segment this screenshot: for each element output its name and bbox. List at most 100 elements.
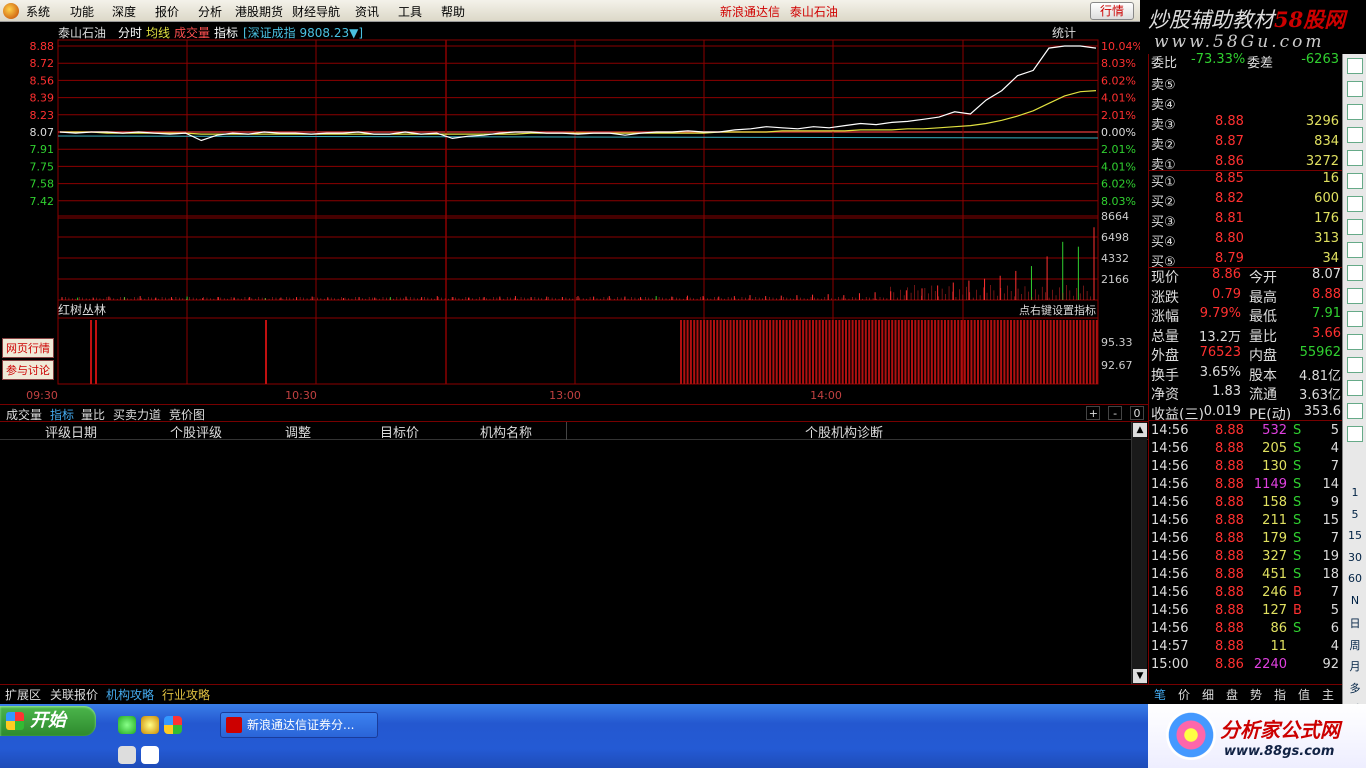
toolbar-tool-icon[interactable] <box>1347 357 1363 373</box>
scroll-up-icon[interactable]: ▲ <box>1133 423 1147 437</box>
windows-taskbar: 开始 新浪通达信证券分... 分析家公式网 www.88gs.com <box>0 704 1366 768</box>
toolbar-tool-icon[interactable] <box>1347 380 1363 396</box>
column-divider <box>566 422 567 440</box>
col-rating[interactable]: 个股评级 <box>170 422 222 441</box>
toolbar-tool-icon[interactable] <box>1347 127 1363 143</box>
indicator-bar <box>881 320 884 384</box>
tab-related-quotes[interactable]: 关联报价 <box>50 686 98 703</box>
tick-side: S <box>1293 567 1302 582</box>
intraday-chart-panel[interactable]: 泰山石油 分时 均线 成交量 指标 [深证成指 9808.23▼] 统计 8.8… <box>0 22 1143 404</box>
col-rating-date[interactable]: 评级日期 <box>45 422 97 441</box>
col-diagnosis[interactable]: 个股机构诊断 <box>805 422 883 441</box>
toolbar-tool-icon[interactable] <box>1347 81 1363 97</box>
subtab-volume[interactable]: 成交量 <box>3 406 45 422</box>
toolbar-tool-icon[interactable] <box>1347 196 1363 212</box>
col-institution[interactable]: 机构名称 <box>480 422 532 441</box>
menu-help[interactable]: 帮助 <box>441 3 465 20</box>
menu-depth[interactable]: 深度 <box>112 3 136 20</box>
toolbar-tool-icon[interactable] <box>1347 219 1363 235</box>
period-button[interactable]: 周 <box>1345 637 1365 653</box>
help-icon[interactable] <box>141 746 159 764</box>
toolbar-tool-icon[interactable] <box>1347 403 1363 419</box>
toolbar-tool-icon[interactable] <box>1347 334 1363 350</box>
toolbar-tool-icon[interactable] <box>1347 288 1363 304</box>
toolbar-tool-icon[interactable] <box>1347 242 1363 258</box>
menu-tools[interactable]: 工具 <box>398 3 422 20</box>
menu-quotes[interactable]: 报价 <box>155 3 179 20</box>
zoom-reset-button[interactable]: 0 <box>1130 406 1144 420</box>
period-button[interactable]: 5 <box>1345 508 1365 521</box>
trade-button[interactable]: 行情 <box>1090 2 1134 20</box>
start-button[interactable]: 开始 <box>0 706 96 736</box>
taskbar-app-item[interactable]: 新浪通达信证券分... <box>220 712 378 738</box>
tick-row: 14:56 8.88 86 S 6 <box>1149 621 1343 639</box>
subtab-indicator[interactable]: 指标 <box>47 406 77 422</box>
toolbar-tool-icon[interactable] <box>1347 150 1363 166</box>
subtab-buy-sell-force[interactable]: 买卖力道 <box>110 406 164 422</box>
quote-tab[interactable]: 主 <box>1322 686 1334 703</box>
keyboard-icon[interactable] <box>118 746 136 764</box>
quote-tab[interactable]: 价 <box>1178 686 1190 703</box>
quote-tab[interactable]: 细 <box>1202 686 1214 703</box>
tab-industry-guide[interactable]: 行业攻略 <box>162 686 210 703</box>
scroll-down-icon[interactable]: ▼ <box>1133 669 1147 683</box>
tick-count: 5 <box>1330 423 1339 438</box>
tick-price: 8.86 <box>1215 657 1244 672</box>
ask-row: 卖④ <box>1149 94 1343 113</box>
period-button[interactable]: 月 <box>1345 658 1365 674</box>
intraday-chart-svg[interactable]: 泰山石油 分时 均线 成交量 指标 [深证成指 9808.23▼] 统计 8.8… <box>0 22 1143 404</box>
quote-tab[interactable]: 笔 <box>1154 686 1166 703</box>
indicator-bar <box>1089 320 1092 384</box>
toolbar-tool-icon[interactable] <box>1347 311 1363 327</box>
menu-function[interactable]: 功能 <box>70 3 94 20</box>
col-target-price[interactable]: 目标价 <box>380 422 419 441</box>
indicator-bar <box>680 320 682 384</box>
tab-indicator[interactable]: 指标 <box>214 25 238 40</box>
stats-button[interactable]: 统计 <box>1052 26 1076 40</box>
stat-value: 0.019 <box>1203 403 1241 419</box>
ie-icon[interactable] <box>118 716 136 734</box>
windows-icon[interactable] <box>164 716 182 734</box>
tab-institution-guide[interactable]: 机构攻略 <box>106 686 154 703</box>
menu-system[interactable]: 系统 <box>26 3 50 20</box>
subtab-auction[interactable]: 竞价图 <box>166 406 208 422</box>
period-button[interactable]: 多 <box>1345 680 1365 696</box>
period-button[interactable]: N <box>1345 594 1365 607</box>
tab-volume[interactable]: 成交量 <box>174 25 210 40</box>
web-quotes-tab[interactable]: 网页行情 <box>2 338 54 358</box>
quote-tab[interactable]: 势 <box>1250 686 1262 703</box>
period-button[interactable]: 30 <box>1345 551 1365 564</box>
indicator-bar <box>924 320 927 384</box>
ask-label: 卖② <box>1151 138 1176 153</box>
period-button[interactable]: 15 <box>1345 529 1365 542</box>
zoom-in-button[interactable]: + <box>1086 406 1101 420</box>
period-button[interactable]: 60 <box>1345 572 1365 585</box>
toolbar-tool-icon[interactable] <box>1347 173 1363 189</box>
tab-intraday[interactable]: 分时 <box>118 26 142 40</box>
toolbar-tool-icon[interactable] <box>1347 104 1363 120</box>
subtab-volume-ratio[interactable]: 量比 <box>78 406 108 422</box>
indicator-bar <box>812 320 814 384</box>
col-adjust[interactable]: 调整 <box>285 422 311 441</box>
tab-avg-line[interactable]: 均线 <box>146 26 170 40</box>
discussion-tab[interactable]: 参与讨论 <box>2 360 54 380</box>
menu-hk-futures[interactable]: 港股期货 <box>235 3 283 20</box>
tick-time: 14:56 <box>1151 603 1189 618</box>
menu-analysis[interactable]: 分析 <box>198 3 222 20</box>
chat-icon[interactable] <box>141 716 159 734</box>
menu-news[interactable]: 资讯 <box>355 3 379 20</box>
quote-tab[interactable]: 盘 <box>1226 686 1238 703</box>
stat-label: 内盘 <box>1249 348 1277 364</box>
tab-extension[interactable]: 扩展区 <box>5 686 41 703</box>
menu-finance-nav[interactable]: 财经导航 <box>292 3 340 20</box>
period-button[interactable]: 1 <box>1345 486 1365 499</box>
period-button[interactable]: 日 <box>1345 615 1365 631</box>
zoom-out-button[interactable]: - <box>1108 406 1123 420</box>
toolbar-tool-icon[interactable] <box>1347 265 1363 281</box>
quote-tab[interactable]: 值 <box>1298 686 1310 703</box>
indicator-bar <box>1013 320 1016 384</box>
toolbar-tool-icon[interactable] <box>1347 426 1363 442</box>
toolbar-tool-icon[interactable] <box>1347 58 1363 74</box>
quote-tab[interactable]: 指 <box>1274 686 1286 703</box>
table-scrollbar[interactable]: ▲ ▼ <box>1131 422 1147 684</box>
